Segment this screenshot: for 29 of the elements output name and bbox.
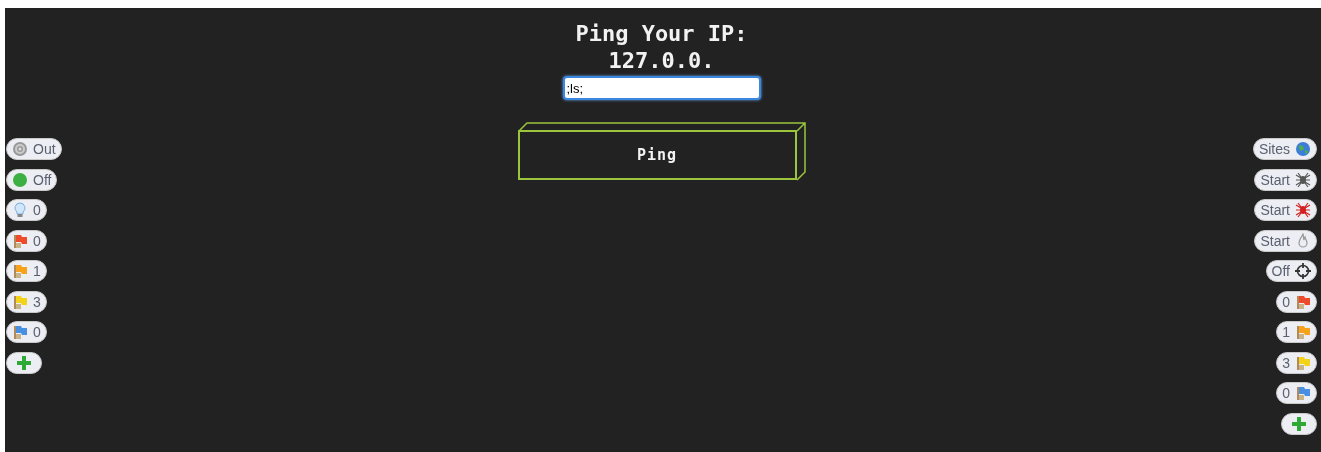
status-pill[interactable]: Start bbox=[1254, 199, 1317, 221]
plus-icon bbox=[16, 354, 32, 371]
status-pill[interactable]: 0 bbox=[6, 229, 47, 252]
page-title: Ping Your IP: bbox=[575, 20, 748, 47]
add-button[interactable] bbox=[6, 351, 42, 374]
status-pill[interactable]: 1 bbox=[6, 260, 47, 282]
status-pill[interactable]: 0 bbox=[1276, 290, 1317, 313]
ip-input-field[interactable]: ;ls; bbox=[562, 76, 761, 100]
light-bulb-icon bbox=[12, 202, 28, 218]
status-pill[interactable]: Start bbox=[1254, 168, 1317, 191]
status-pill[interactable]: 3 bbox=[6, 290, 47, 313]
globe-icon bbox=[1295, 141, 1311, 157]
status-pill[interactable]: Off bbox=[6, 168, 58, 191]
target-icon bbox=[12, 141, 28, 157]
plus-icon bbox=[1291, 415, 1307, 432]
status-pill[interactable]: 0 bbox=[6, 321, 47, 343]
crosshair-icon bbox=[1295, 263, 1311, 279]
status-pill[interactable]: Sites bbox=[1252, 138, 1317, 160]
status-pill[interactable]: 3 bbox=[1276, 351, 1317, 374]
ping-button[interactable]: Ping bbox=[517, 130, 797, 180]
status-pill[interactable]: 1 bbox=[1276, 321, 1317, 343]
status-pill[interactable]: Start bbox=[1254, 229, 1317, 252]
status-pill[interactable]: Off bbox=[1265, 260, 1317, 282]
status-pill[interactable]: 0 bbox=[1276, 382, 1317, 404]
status-pill[interactable]: 0 bbox=[6, 199, 47, 221]
ip-address: 127.0.0. bbox=[608, 47, 715, 74]
add-button[interactable] bbox=[1281, 412, 1317, 435]
flame-icon bbox=[1295, 232, 1311, 249]
status-pill[interactable]: Out bbox=[6, 138, 62, 160]
